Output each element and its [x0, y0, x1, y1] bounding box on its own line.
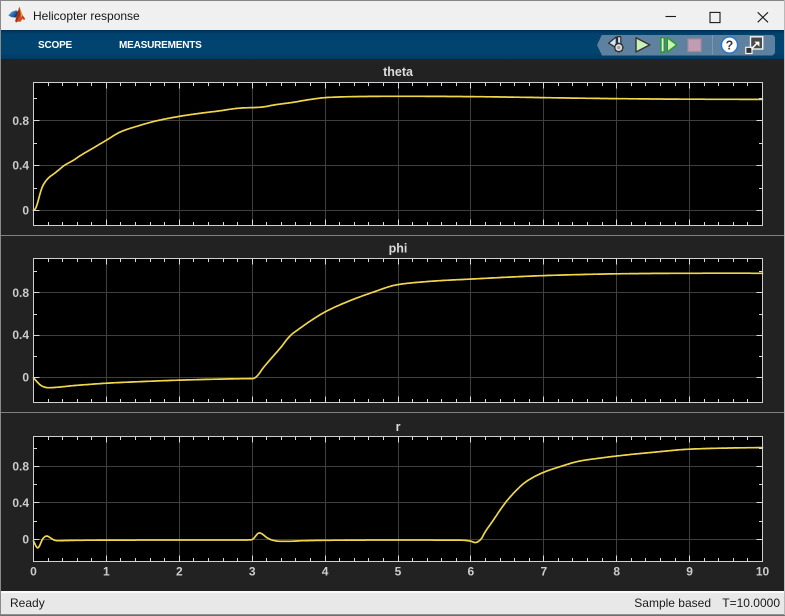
- svg-text:6: 6: [468, 564, 475, 578]
- svg-text:4: 4: [322, 564, 329, 578]
- svg-text:9: 9: [686, 564, 693, 578]
- svg-text:0.4: 0.4: [12, 159, 29, 173]
- svg-text:0.4: 0.4: [12, 328, 29, 342]
- svg-text:theta: theta: [383, 65, 414, 79]
- svg-text:0.8: 0.8: [12, 114, 29, 128]
- svg-text:2: 2: [176, 564, 183, 578]
- svg-text:0.8: 0.8: [12, 286, 29, 300]
- svg-text:r: r: [396, 420, 401, 434]
- svg-text:7: 7: [540, 564, 547, 578]
- svg-text:0.4: 0.4: [12, 496, 29, 510]
- svg-text:0: 0: [22, 204, 29, 218]
- svg-text:3: 3: [249, 564, 256, 578]
- svg-text:?: ?: [726, 39, 734, 53]
- svg-text:0: 0: [22, 533, 29, 547]
- svg-text:1: 1: [103, 564, 110, 578]
- svg-text:10: 10: [756, 564, 770, 578]
- svg-text:8: 8: [613, 564, 620, 578]
- svg-text:5: 5: [395, 564, 402, 578]
- svg-text:0: 0: [30, 564, 37, 578]
- svg-text:phi: phi: [389, 242, 408, 256]
- svg-text:0: 0: [22, 370, 29, 384]
- svg-text:0.8: 0.8: [12, 460, 29, 474]
